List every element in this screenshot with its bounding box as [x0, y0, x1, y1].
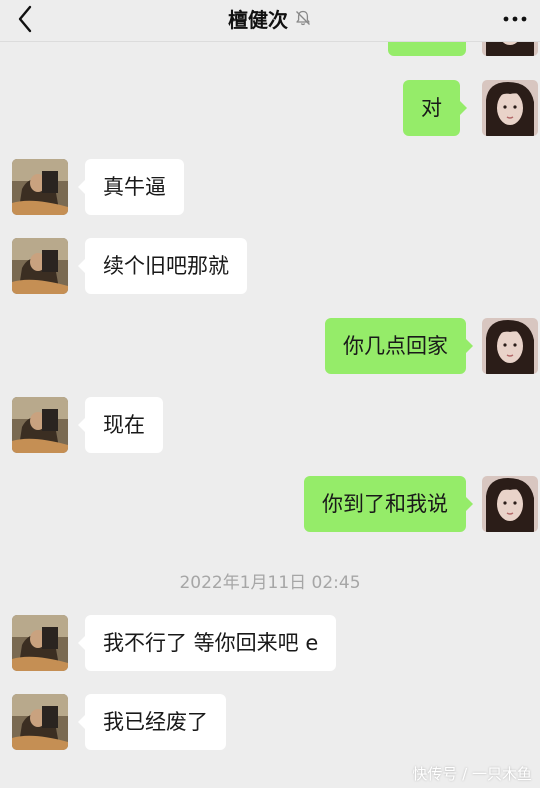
- man-photo-avatar-icon: [12, 238, 68, 294]
- avatar[interactable]: [12, 238, 68, 294]
- man-photo-avatar-icon: [12, 615, 68, 671]
- man-photo-avatar-icon: [12, 159, 68, 215]
- title-area[interactable]: 檀健次: [0, 3, 540, 33]
- message-timestamp: 2022年1月11日 02:45: [179, 573, 361, 593]
- girl-portrait-avatar-icon: [482, 318, 538, 374]
- chat-title: 檀健次: [228, 7, 288, 32]
- avatar[interactable]: [482, 476, 538, 532]
- message-bubble-incoming[interactable]: 我不行了 等你回来吧 e: [77, 615, 337, 671]
- message-bubble-outgoing[interactable]: 你几点回家: [325, 318, 473, 374]
- girl-portrait-avatar-icon: [482, 80, 538, 136]
- watermark-text: 快传号 / 一只木鱼: [412, 765, 532, 783]
- message-bubble-incoming[interactable]: 我已经废了: [78, 694, 226, 750]
- message-bubble-incoming[interactable]: 真牛逼: [78, 159, 184, 215]
- avatar[interactable]: [12, 159, 68, 215]
- man-photo-avatar-icon: [12, 694, 68, 750]
- message-bubble-incoming[interactable]: 现在: [78, 397, 163, 453]
- message-bubble-outgoing[interactable]: 你到了和我说: [304, 476, 473, 532]
- girl-portrait-avatar-icon: [482, 476, 538, 532]
- avatar[interactable]: [12, 694, 68, 750]
- bell-muted-icon: [296, 10, 310, 26]
- more-dots-icon: [503, 16, 527, 22]
- avatar[interactable]: [12, 615, 68, 671]
- chat-header: 檀健次: [0, 0, 540, 42]
- chat-screen: 檀健次 对 真牛逼 续个旧吧那就 你几点回家 现在 你到了和我说 2022年1月…: [0, 0, 540, 788]
- message-bubble-incoming[interactable]: 续个旧吧那就: [78, 238, 247, 294]
- avatar[interactable]: [482, 80, 538, 136]
- man-photo-avatar-icon: [12, 397, 68, 453]
- message-bubble-outgoing[interactable]: 对: [403, 80, 467, 136]
- avatar[interactable]: [12, 397, 68, 453]
- avatar[interactable]: [482, 318, 538, 374]
- more-button[interactable]: [500, 4, 530, 34]
